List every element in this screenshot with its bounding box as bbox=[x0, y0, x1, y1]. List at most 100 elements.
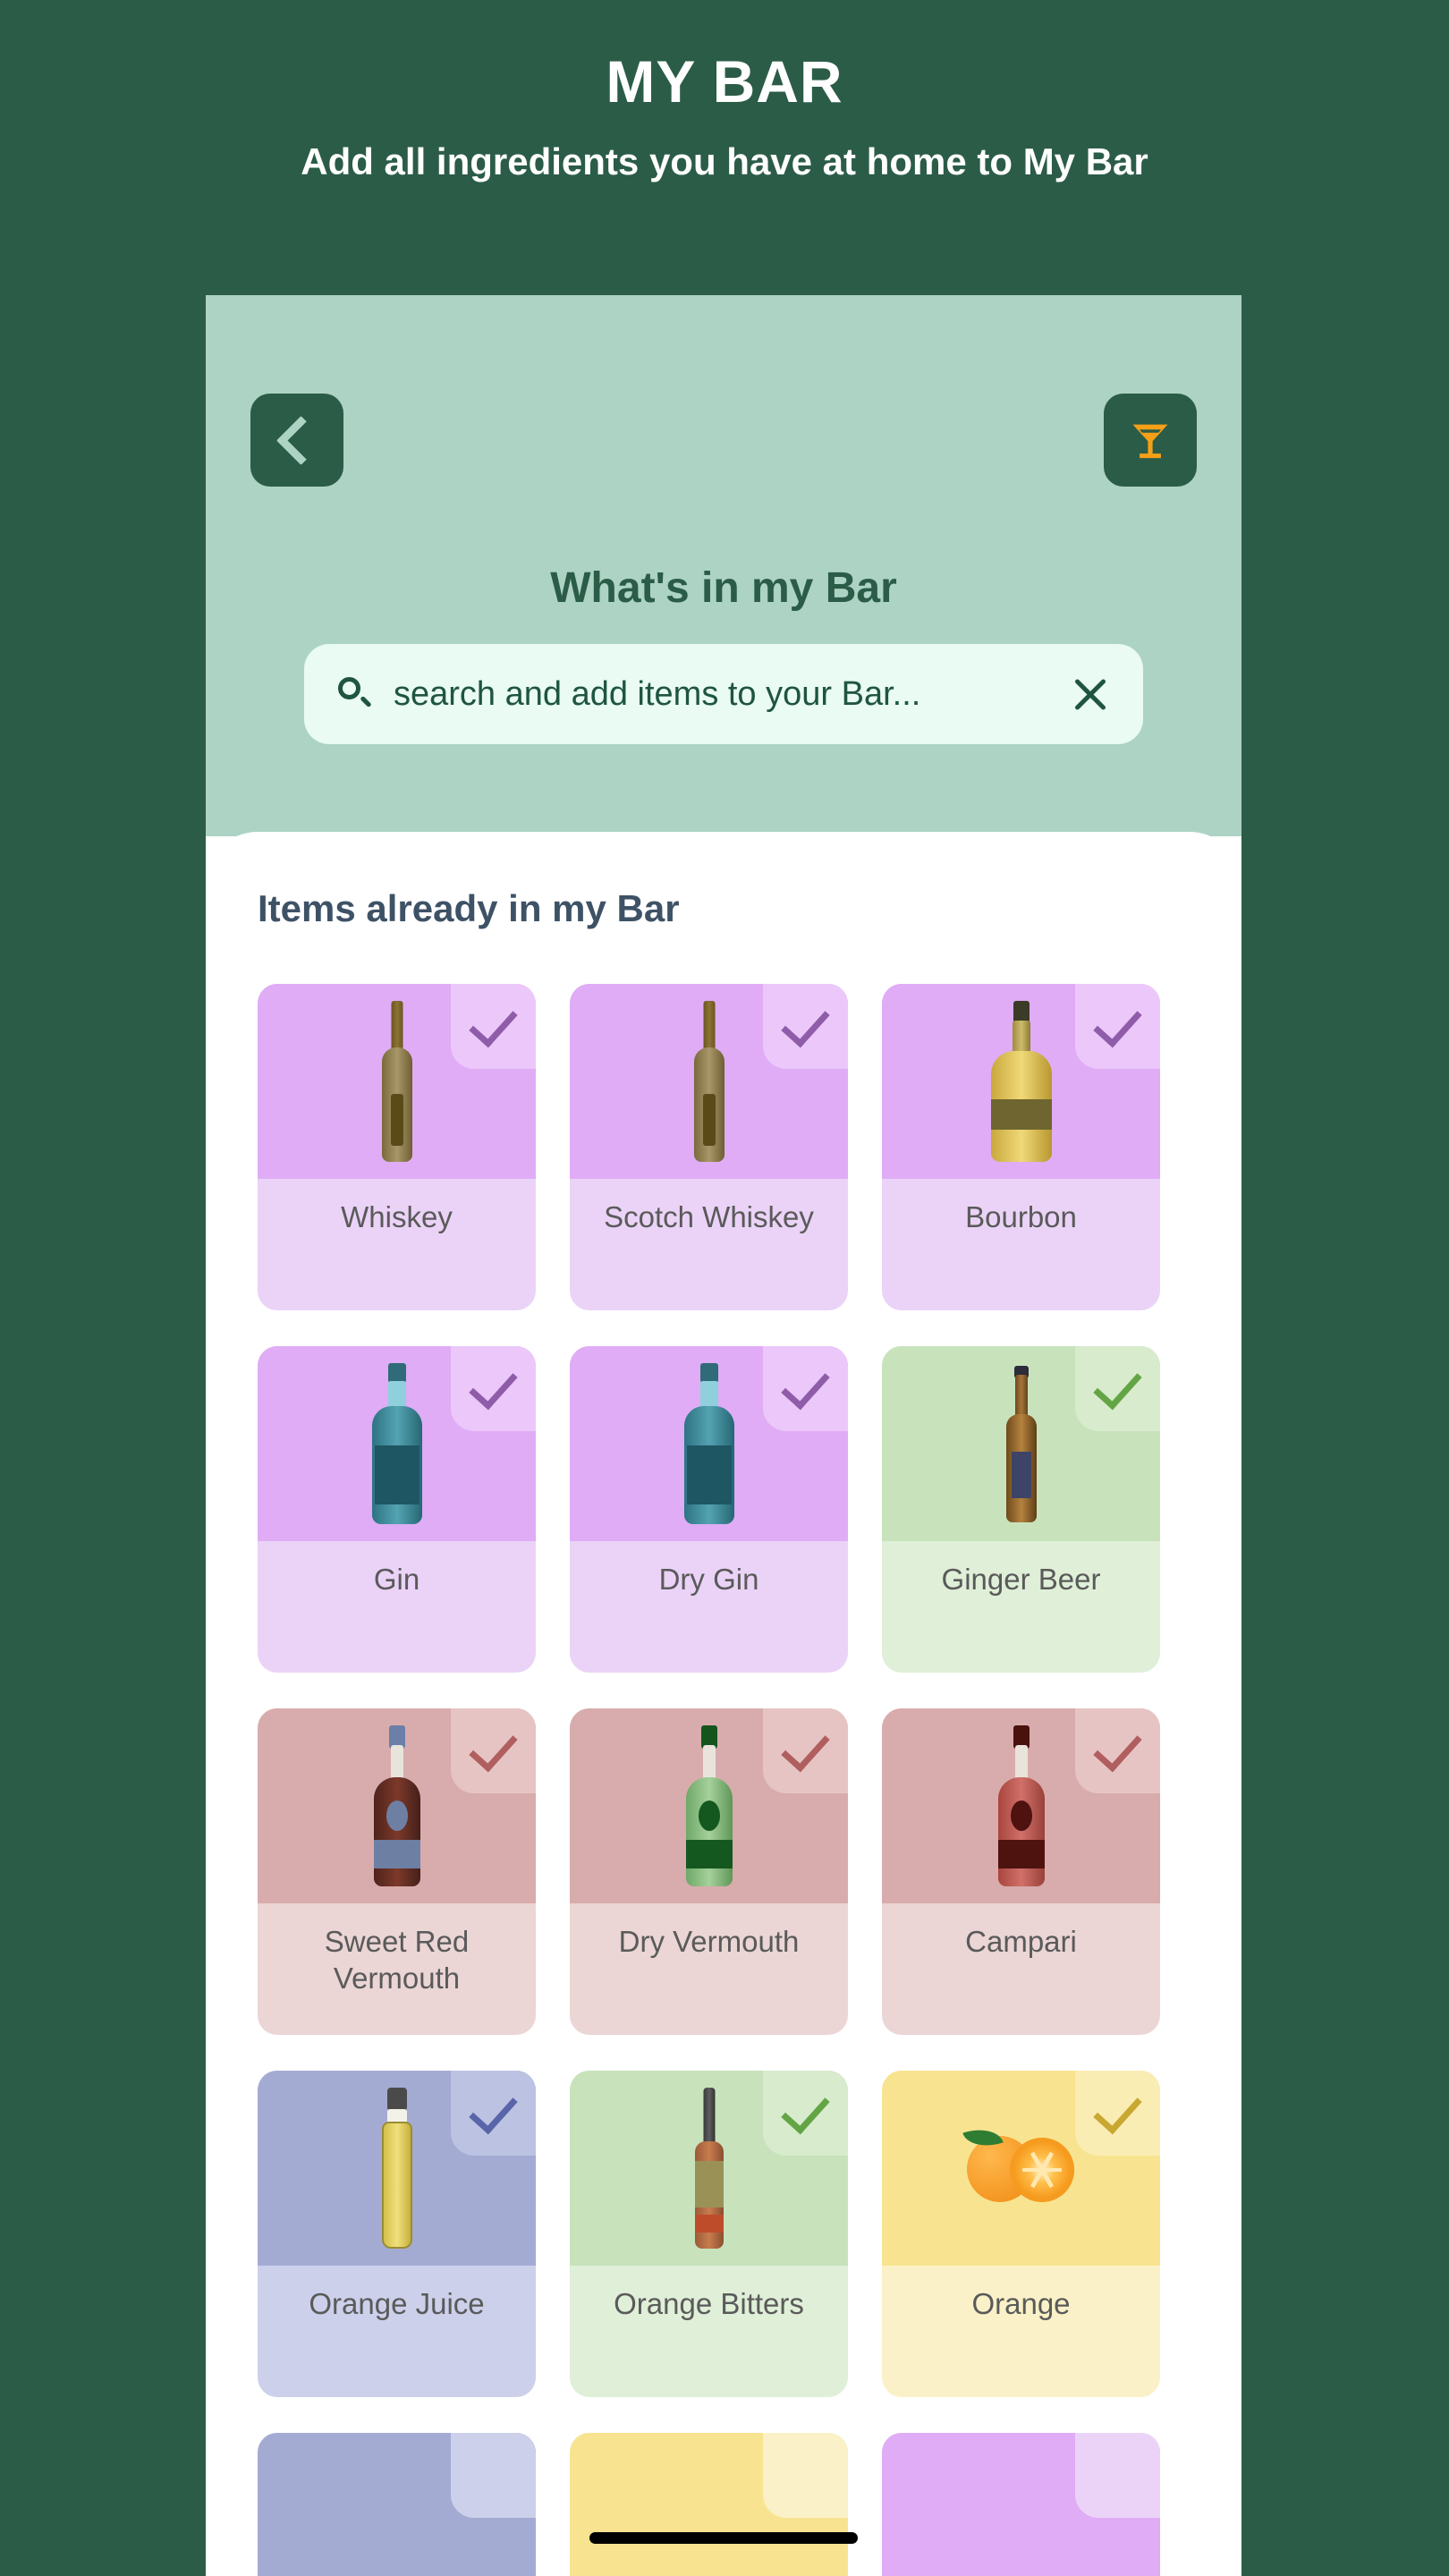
search-icon bbox=[336, 675, 374, 713]
checkmark-badge[interactable] bbox=[763, 984, 848, 1069]
ingredient-label: Whiskey bbox=[341, 1200, 453, 1233]
ingredient-label: Ginger Beer bbox=[941, 1563, 1101, 1596]
ingredient-image bbox=[258, 1708, 536, 1903]
bottle-bourbon-icon bbox=[986, 1001, 1057, 1162]
phone-mockup: What's in my Bar search and add items to… bbox=[206, 295, 1241, 2576]
bottle-gin-icon bbox=[366, 1363, 428, 1524]
check-icon bbox=[1093, 1360, 1142, 1411]
ingredient-label: Campari bbox=[965, 1925, 1077, 1958]
ingredient-image bbox=[882, 2433, 1160, 2576]
ingredient-label: Bourbon bbox=[965, 1200, 1077, 1233]
promo-header: MY BAR Add all ingredients you have at h… bbox=[0, 0, 1449, 182]
ingredient-image bbox=[258, 1346, 536, 1541]
check-icon bbox=[781, 2084, 830, 2135]
promo-subtitle: Add all ingredients you have at home to … bbox=[301, 140, 1148, 182]
home-indicator bbox=[589, 2532, 858, 2544]
ingredient-label: Scotch Whiskey bbox=[604, 1200, 814, 1233]
bottle-campari-icon bbox=[993, 1725, 1050, 1886]
bottle-whiskey-icon bbox=[370, 1001, 424, 1162]
page-title: What's in my Bar bbox=[550, 564, 897, 612]
ingredient-label: Orange Juice bbox=[309, 2287, 485, 2320]
check-icon bbox=[1093, 1722, 1142, 1773]
back-button[interactable] bbox=[250, 394, 343, 487]
ingredient-card[interactable] bbox=[882, 2433, 1160, 2576]
checkmark-badge[interactable] bbox=[451, 1346, 536, 1431]
chevron-left-icon bbox=[275, 415, 326, 465]
bottle-bitters-icon bbox=[689, 2088, 730, 2249]
ingredient-label: Dry Gin bbox=[658, 1563, 759, 1596]
check-icon bbox=[469, 2084, 518, 2135]
ingredient-card[interactable] bbox=[570, 2433, 848, 2576]
app-topbar bbox=[206, 394, 1241, 492]
ingredient-image bbox=[258, 2071, 536, 2266]
my-bar-button[interactable] bbox=[1104, 394, 1197, 487]
ingredient-image bbox=[570, 1708, 848, 1903]
checkmark-badge[interactable] bbox=[763, 2433, 848, 2518]
app-header: What's in my Bar search and add items to… bbox=[206, 295, 1241, 836]
ingredient-card[interactable]: Gin bbox=[258, 1346, 536, 1673]
ingredient-card[interactable] bbox=[258, 2433, 536, 2576]
bottle-ginger-beer-icon bbox=[1001, 1365, 1042, 1522]
promo-title: MY BAR bbox=[606, 48, 843, 114]
ingredient-image bbox=[258, 2433, 536, 2576]
ingredient-image bbox=[882, 2071, 1160, 2266]
ingredient-grid: Whiskey Scotch Whiskey Bourbon Gin Dry Gin Gi… bbox=[258, 984, 1161, 2576]
ingredient-label: Dry Vermouth bbox=[618, 1925, 800, 1958]
check-icon bbox=[1093, 997, 1142, 1048]
ingredient-image bbox=[882, 1346, 1160, 1541]
ingredient-label: Orange bbox=[971, 2287, 1071, 2320]
ingredient-card[interactable]: Orange bbox=[882, 2071, 1160, 2397]
check-icon bbox=[781, 1360, 830, 1411]
bottle-whiskey-icon bbox=[682, 1001, 736, 1162]
ingredient-label: Gin bbox=[373, 1563, 420, 1596]
checkmark-badge[interactable] bbox=[1075, 1346, 1160, 1431]
check-icon bbox=[781, 997, 830, 1048]
search-input[interactable]: search and add items to your Bar... bbox=[394, 675, 1070, 714]
checkmark-badge[interactable] bbox=[451, 2071, 536, 2156]
checkmark-badge[interactable] bbox=[763, 2071, 848, 2156]
ingredient-image bbox=[570, 2071, 848, 2266]
ingredient-image bbox=[570, 984, 848, 1179]
bottle-gin-icon bbox=[678, 1363, 741, 1524]
ingredient-image bbox=[882, 1708, 1160, 1903]
checkmark-badge[interactable] bbox=[1075, 984, 1160, 1069]
ingredient-card[interactable]: Whiskey bbox=[258, 984, 536, 1310]
ingredient-image bbox=[570, 1346, 848, 1541]
section-title: Items already in my Bar bbox=[258, 887, 680, 929]
bottle-sweet-vermouth-icon bbox=[369, 1725, 426, 1886]
check-icon bbox=[1093, 2084, 1142, 2135]
ingredient-card[interactable]: Scotch Whiskey bbox=[570, 984, 848, 1310]
ingredient-card[interactable]: Campari bbox=[882, 1708, 1160, 2035]
check-icon bbox=[469, 1360, 518, 1411]
checkmark-badge[interactable] bbox=[1075, 2433, 1160, 2518]
ingredient-image bbox=[258, 984, 536, 1179]
checkmark-badge[interactable] bbox=[451, 2433, 536, 2518]
bottle-dry-vermouth-icon bbox=[681, 1725, 738, 1886]
ingredient-image bbox=[882, 984, 1160, 1179]
ingredient-card[interactable]: Bourbon bbox=[882, 984, 1160, 1310]
search-bar[interactable]: search and add items to your Bar... bbox=[304, 644, 1143, 744]
ingredient-label: Sweet Red Vermouth bbox=[324, 1925, 470, 1996]
checkmark-badge[interactable] bbox=[763, 1346, 848, 1431]
check-icon bbox=[469, 997, 518, 1048]
ingredient-label: Orange Bitters bbox=[614, 2287, 804, 2320]
ingredient-card[interactable]: Orange Bitters bbox=[570, 2071, 848, 2397]
check-icon bbox=[469, 1722, 518, 1773]
ingredient-image bbox=[570, 2433, 848, 2576]
items-sheet: Items already in my Bar Whiskey Scotch Wh… bbox=[206, 832, 1241, 2576]
ingredient-card[interactable]: Dry Vermouth bbox=[570, 1708, 848, 2035]
ingredient-card[interactable]: Sweet Red Vermouth bbox=[258, 1708, 536, 2035]
close-icon[interactable] bbox=[1070, 674, 1111, 715]
check-icon bbox=[781, 1722, 830, 1773]
ingredient-card[interactable]: Ginger Beer bbox=[882, 1346, 1160, 1673]
checkmark-badge[interactable] bbox=[1075, 2071, 1160, 2156]
checkmark-badge[interactable] bbox=[451, 1708, 536, 1793]
ingredient-card[interactable]: Dry Gin bbox=[570, 1346, 848, 1673]
checkmark-badge[interactable] bbox=[763, 1708, 848, 1793]
checkmark-badge[interactable] bbox=[451, 984, 536, 1069]
bottle-orange-juice-icon bbox=[377, 2088, 418, 2249]
cocktail-glass-icon bbox=[1132, 424, 1168, 459]
checkmark-badge[interactable] bbox=[1075, 1708, 1160, 1793]
orange-fruit-icon bbox=[962, 2122, 1080, 2213]
ingredient-card[interactable]: Orange Juice bbox=[258, 2071, 536, 2397]
